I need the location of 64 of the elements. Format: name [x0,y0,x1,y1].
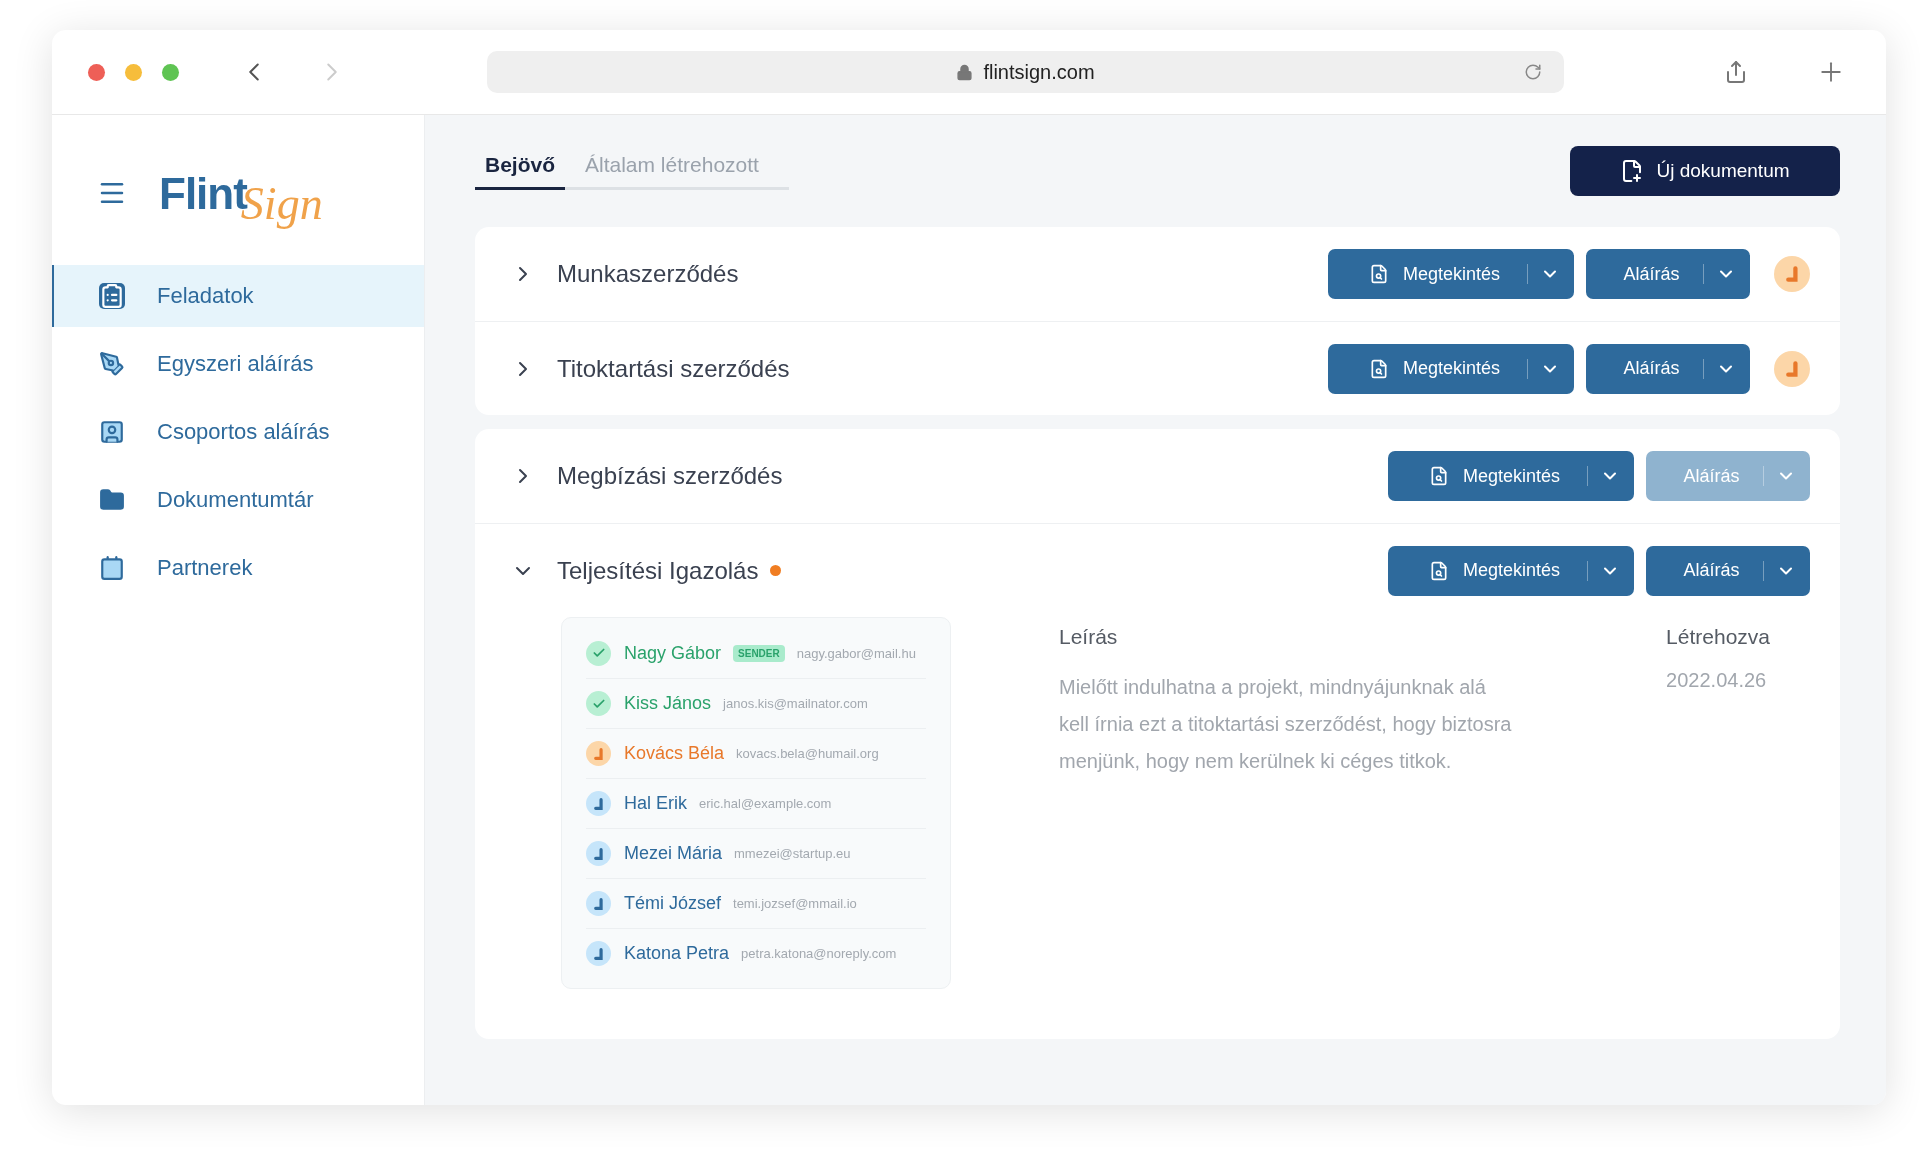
view-split-button[interactable]: Megtekintés [1328,249,1574,299]
reload-icon[interactable] [1524,63,1542,81]
document-title: Munkaszerződés [557,260,739,288]
url-text: flintsign.com [983,60,1095,84]
sidebar-item[interactable]: Csoportos aláírás [52,401,424,463]
signer-email: temi.jozsef@mmail.io [733,896,857,911]
caret-icon [1780,472,1792,480]
view-split-button[interactable]: Megtekintés [1388,545,1634,596]
description-label: Leírás [1059,625,1119,649]
signer-email: kovacs.bela@humail.org [736,746,879,761]
sign-split-button[interactable]: Aláírás [1646,545,1810,596]
tab[interactable]: Bejövő [475,152,565,190]
signer-name: Témi József [624,893,722,914]
caret-icon [1604,566,1616,575]
signer-email: petra.katona@noreply.com [741,946,897,961]
folder-icon [99,487,125,513]
view-split-button[interactable]: Megtekintés [1328,343,1574,394]
signer-name: Mezei Mária [624,843,723,864]
description-text: Mielőtt indulhatna a projekt, mindnyájunknak alá kell írnia ezt a titoktartási szerződést, hogy biztosra menjünk, hogy nem kerülnek ki céges titkok. [1059,675,1513,774]
clock-icon [1786,266,1798,282]
signer-name: Hal Erik [624,793,687,814]
created-label: Létrehozva [1666,625,1770,649]
signer-email: janos.kis@mailnator.com [723,696,868,711]
document-title: Teljesítési Igazolás [557,556,759,585]
created-date: 2022.04.26 [1666,669,1768,692]
caret-icon [1780,566,1792,575]
clipboard-list-icon [99,283,125,309]
clock-icon [1786,360,1798,377]
signer-email: nagy.gabor@mail.hu [796,645,916,661]
close-window-dot[interactable] [88,63,105,81]
caret-icon [1720,270,1732,278]
caret-icon [1544,270,1556,278]
user-icon [99,419,125,445]
pen-icon [99,351,125,377]
document-title: Megbízási szerződés [557,462,783,490]
sign-split-button[interactable]: Aláírás [1586,343,1750,394]
new-document-button[interactable]: Új dokumentum [1570,146,1840,196]
sign-split-button[interactable]: Aláírás [1586,249,1750,299]
lock-icon [956,63,974,81]
maximize-window-dot[interactable] [162,63,179,81]
signer-name: Katona Petra [624,943,730,964]
signer-name: Kiss János [624,693,712,714]
clock-icon [594,897,603,910]
sidebar-item[interactable]: Partnerek [52,537,424,599]
sidebar-item[interactable]: Feladatok [52,265,424,327]
signer-email: eric.hal@example.com [699,796,832,811]
caret-icon [1544,364,1556,373]
signer-name: Nagy Gábor [624,642,722,664]
share-icon[interactable] [1724,60,1748,84]
signer-email: mmezei@startup.eu [734,846,851,861]
minimize-window-dot[interactable] [125,63,142,81]
caret-icon [1720,364,1732,373]
clock-icon [594,747,603,760]
sidebar-item[interactable]: Egyszeri aláírás [52,333,424,395]
sender-badge: SENDER [733,644,785,662]
caret-icon [1604,472,1616,480]
clock-icon [594,797,603,810]
clock-icon [594,947,603,960]
sidebar-item[interactable]: Dokumentumtár [52,469,424,531]
clock-icon [594,847,603,860]
view-split-button[interactable]: Megtekintés [1388,451,1634,501]
document-title: Titoktartási szerződés [557,354,790,383]
signer-name: Kovács Béla [624,743,725,764]
address-bar[interactable]: flintsign.com [487,51,1564,93]
